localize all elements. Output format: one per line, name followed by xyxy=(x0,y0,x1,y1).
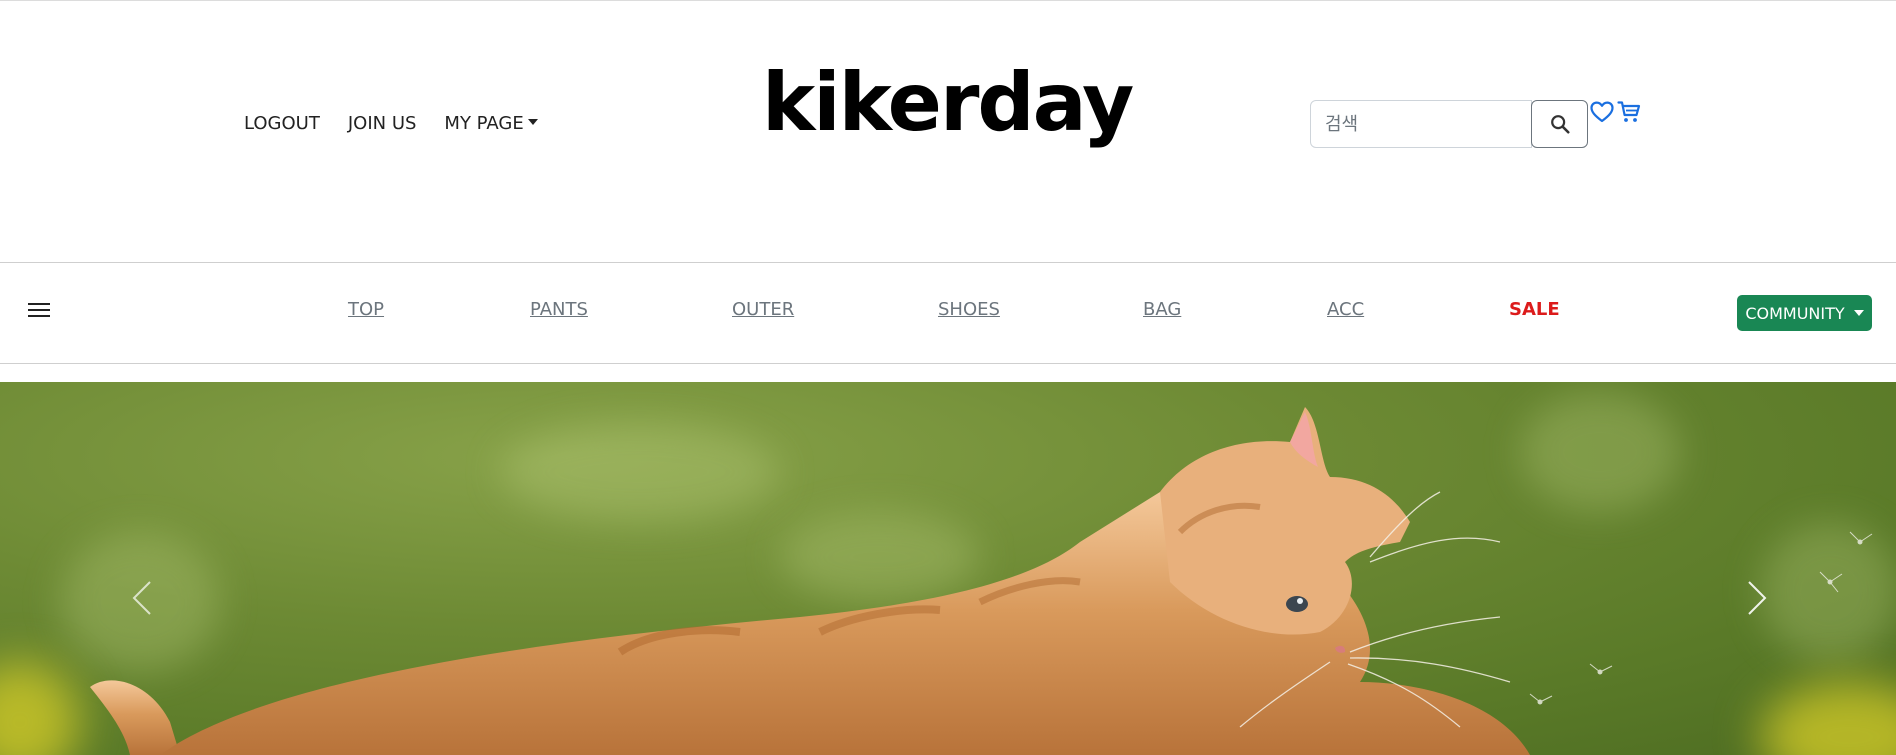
category-shoes[interactable]: SHOES xyxy=(938,299,1000,320)
community-label: COMMUNITY xyxy=(1745,303,1845,323)
caret-down-icon xyxy=(527,119,538,125)
community-dropdown-button[interactable]: COMMUNITY xyxy=(1737,295,1872,331)
caret-down-icon xyxy=(1853,310,1864,316)
site-header: LOGOUT JOIN US MY PAGE kikerday xyxy=(0,1,1896,263)
category-bag[interactable]: BAG xyxy=(1143,299,1181,320)
category-sale[interactable]: SALE xyxy=(1509,299,1560,320)
chevron-right-icon[interactable] xyxy=(1745,578,1769,618)
hero-carousel xyxy=(0,382,1896,755)
category-top[interactable]: TOP xyxy=(348,299,384,320)
join-us-link[interactable]: JOIN US xyxy=(348,113,417,134)
utility-nav: LOGOUT JOIN US MY PAGE xyxy=(244,113,538,134)
search-form xyxy=(1310,100,1588,148)
my-page-dropdown[interactable]: MY PAGE xyxy=(444,113,538,134)
category-acc[interactable]: ACC xyxy=(1327,299,1364,320)
site-logo[interactable]: kikerday xyxy=(762,63,1134,143)
category-outer[interactable]: OUTER xyxy=(732,299,794,320)
hamburger-icon[interactable] xyxy=(28,303,52,321)
wishlist-button[interactable] xyxy=(1590,101,1614,123)
logout-link[interactable]: LOGOUT xyxy=(244,113,320,134)
kitten-image xyxy=(90,407,1873,755)
search-button[interactable] xyxy=(1531,100,1588,148)
category-pants[interactable]: PANTS xyxy=(530,299,588,320)
search-icon xyxy=(1550,115,1570,134)
cart-button[interactable] xyxy=(1617,100,1641,124)
search-input[interactable] xyxy=(1310,100,1532,148)
chevron-left-icon[interactable] xyxy=(130,578,154,618)
heart-icon xyxy=(1590,101,1614,123)
category-nav: TOP PANTS OUTER SHOES BAG ACC SALE COMMU… xyxy=(0,263,1896,363)
my-page-label: MY PAGE xyxy=(444,113,524,134)
cart-icon xyxy=(1617,101,1641,122)
nav-divider xyxy=(0,363,1896,364)
